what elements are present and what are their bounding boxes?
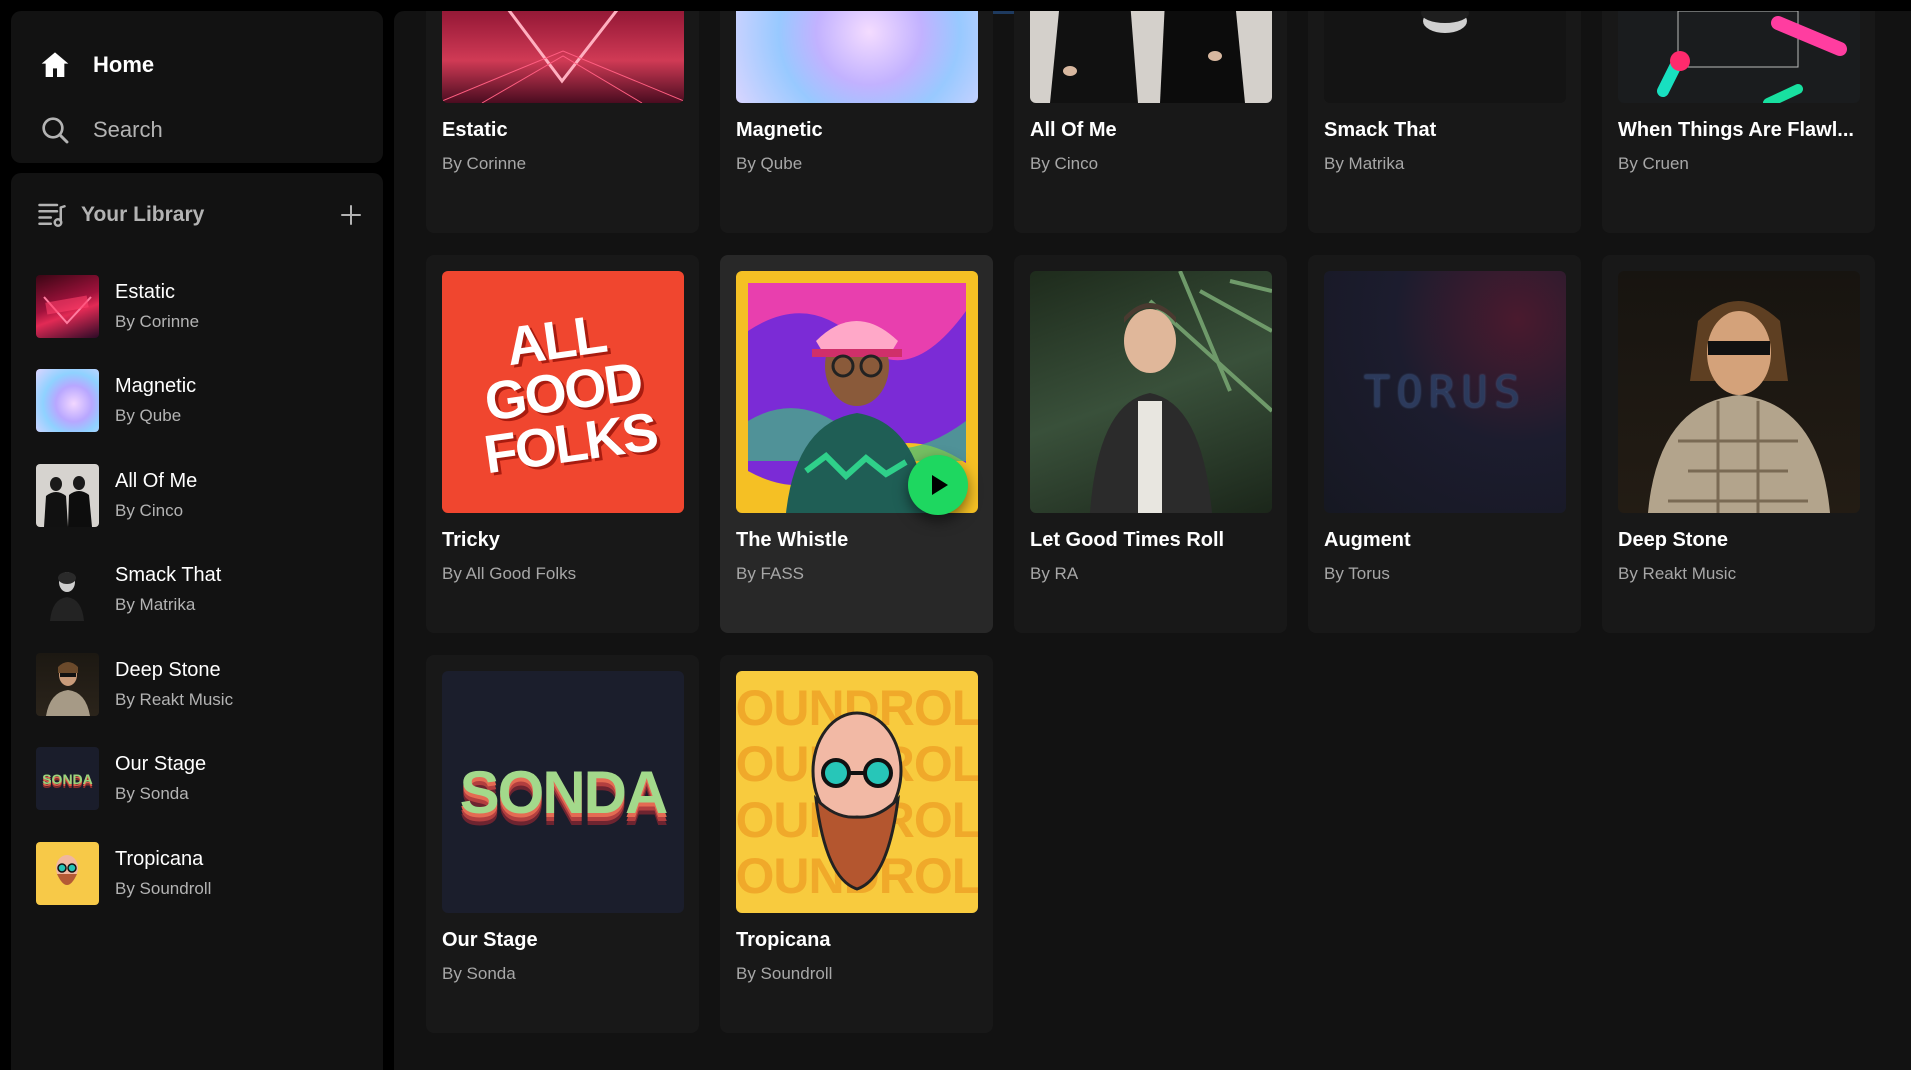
library-item-artist: By Cinco — [115, 500, 184, 520]
album-cover — [1324, 11, 1566, 103]
nav-search[interactable]: Search — [37, 105, 163, 155]
album-card[interactable]: SOUNDROLL SOUNDROLL SOUNDROLL SOUNDROLL … — [720, 655, 993, 1033]
tricky-cover-text: ALL GOOD FOLKS — [480, 303, 661, 486]
main-content[interactable]: Estatic By Corinne Magnetic By Qube All … — [394, 11, 1911, 1070]
library-item-title: Magnetic — [115, 375, 197, 398]
library-item-artist: By Reakt Music — [115, 689, 234, 709]
album-card[interactable]: SONDA Our Stage By Sonda — [426, 655, 699, 1033]
album-card[interactable]: Estatic By Corinne — [426, 11, 699, 233]
library-item-title: Smack That — [115, 564, 222, 587]
library-item-artist: By Qube — [115, 406, 182, 426]
album-card-title: Deep Stone — [1618, 529, 1729, 551]
nav-home[interactable]: Home — [37, 40, 154, 90]
album-card[interactable]: Let Good Times Roll By RA — [1014, 255, 1287, 633]
library-item-artist: By Sonda — [115, 784, 189, 804]
album-cover: SONDA — [442, 671, 684, 913]
album-cover: TORUS — [1324, 271, 1566, 513]
album-card-artist: By Soundroll — [736, 964, 833, 983]
library-item-title: Tropicana — [115, 847, 204, 870]
album-card[interactable]: ALL GOOD FOLKS Tricky By All Good Folks — [426, 255, 699, 633]
sonda-cover-text: SONDA — [459, 758, 669, 826]
library-title[interactable]: Your Library — [81, 203, 204, 227]
nav-panel: Home Search — [11, 11, 383, 163]
album-card[interactable]: Magnetic By Qube — [720, 11, 993, 233]
nav-home-label: Home — [93, 52, 155, 77]
library-item[interactable]: All Of Me By Cinco — [36, 448, 376, 543]
album-card-artist: By Qube — [736, 154, 803, 173]
library-item[interactable]: Smack That By Matrika — [36, 543, 376, 638]
album-thumbnail — [36, 652, 99, 716]
album-card-artist: By Torus — [1324, 564, 1390, 583]
album-card-title: Tropicana — [736, 929, 831, 951]
album-card-artist: By FASS — [736, 564, 805, 583]
album-cover: SOUNDROLL SOUNDROLL SOUNDROLL SOUNDROLL — [736, 671, 978, 913]
album-card[interactable]: Smack That By Matrika — [1308, 11, 1581, 233]
album-cover — [1618, 271, 1860, 513]
album-cover: ALL GOOD FOLKS — [442, 271, 684, 513]
library-item-title: Deep Stone — [115, 658, 221, 681]
album-thumbnail — [36, 841, 99, 905]
album-thumbnail — [36, 274, 99, 338]
album-card-artist: By Cinco — [1030, 154, 1099, 173]
album-card-title: The Whistle — [736, 529, 849, 551]
library-item[interactable]: Magnetic By Qube — [36, 354, 376, 449]
album-card-title: Smack That — [1324, 119, 1437, 141]
library-item-artist: By Soundroll — [115, 878, 212, 898]
album-card-artist: By Matrika — [1324, 154, 1405, 173]
add-playlist-button[interactable] — [335, 199, 367, 231]
torus-cover-text: TORUS — [1363, 366, 1527, 418]
album-card-title: Our Stage — [442, 929, 538, 951]
album-card-artist: By Cruen — [1618, 154, 1689, 173]
library-item[interactable]: Deep Stone By Reakt Music — [36, 637, 376, 732]
album-card[interactable]: All Of Me By Cinco — [1014, 11, 1287, 233]
search-icon — [37, 112, 73, 148]
album-card-artist: By Reakt Music — [1618, 564, 1737, 583]
library-item-title: Estatic — [115, 280, 176, 303]
album-card-title: Let Good Times Roll — [1030, 529, 1225, 551]
library-list: Estatic By Corinne Magnetic By Qube All Of… — [36, 259, 376, 921]
album-card-title: Tricky — [442, 529, 500, 551]
album-card-artist: By Sonda — [442, 964, 516, 983]
album-cover — [1618, 11, 1860, 103]
library-item[interactable]: SONDA Our Stage By Sonda — [36, 732, 376, 827]
album-card[interactable]: When Things Are Flawl... By Cruen — [1602, 11, 1875, 233]
album-card[interactable]: The Whistle By FASS — [720, 255, 993, 633]
album-card[interactable]: TORUS Augment By Torus — [1308, 255, 1581, 633]
album-thumbnail — [36, 558, 99, 622]
app-root: Home Search Your Library Estatic By Cori… — [0, 0, 1911, 1070]
library-item-artist: By Matrika — [115, 595, 196, 615]
nav-search-label: Search — [93, 117, 163, 142]
album-cover — [736, 11, 978, 103]
album-cover — [1030, 271, 1272, 513]
album-card-artist: By Corinne — [442, 154, 527, 173]
album-cover — [442, 11, 684, 103]
home-icon — [37, 47, 73, 83]
album-card-title: All Of Me — [1030, 119, 1117, 141]
sonda-logo-text: SONDA — [42, 770, 93, 787]
library-item-title: All Of Me — [115, 469, 198, 492]
album-card-artist: By All Good Folks — [442, 564, 577, 583]
library-icon[interactable] — [37, 200, 67, 230]
play-button[interactable] — [908, 455, 968, 515]
plus-icon — [341, 205, 361, 225]
album-thumbnail — [36, 463, 99, 527]
library-item[interactable]: Tropicana By Soundroll — [36, 826, 376, 921]
library-panel: Your Library Estatic By Corinne Magnetic B… — [11, 173, 383, 1070]
album-cover — [1030, 11, 1272, 103]
library-item-title: Our Stage — [115, 753, 207, 776]
album-thumbnail — [36, 369, 99, 433]
album-thumbnail: SONDA — [36, 747, 99, 811]
album-card-title: When Things Are Flawl... — [1618, 119, 1854, 141]
library-item-artist: By Corinne — [115, 311, 200, 331]
library-header: Your Library — [37, 195, 367, 235]
album-card-title: Augment — [1324, 529, 1411, 551]
album-card-title: Magnetic — [736, 119, 823, 141]
album-card[interactable]: Deep Stone By Reakt Music — [1602, 255, 1875, 633]
album-card-title: Estatic — [442, 119, 508, 141]
library-item[interactable]: Estatic By Corinne — [36, 259, 376, 354]
album-card-artist: By RA — [1030, 564, 1079, 583]
